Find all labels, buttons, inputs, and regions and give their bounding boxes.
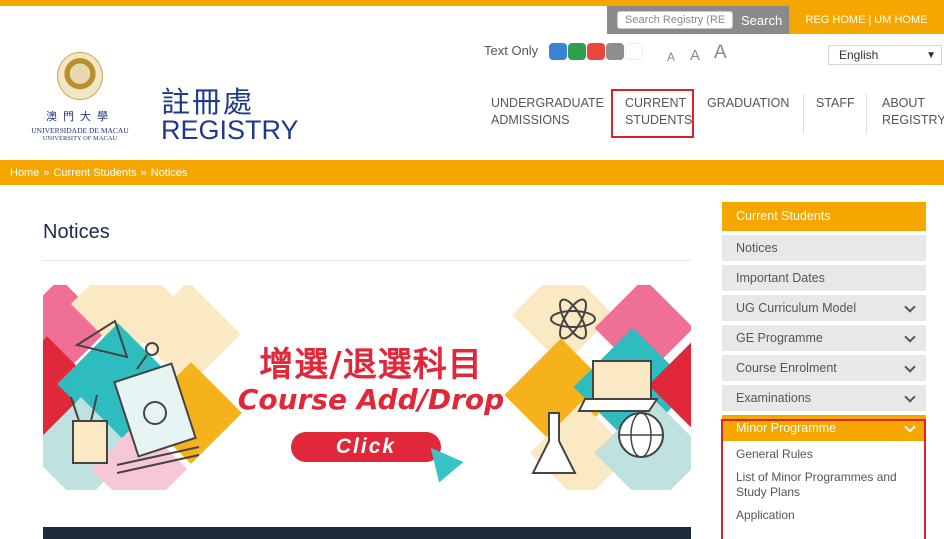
university-name-en: UNIVERSITY OF MACAU — [42, 135, 118, 142]
page-title: Notices — [43, 221, 110, 243]
theme-green-swatch[interactable] — [568, 43, 586, 60]
nav-about-registry[interactable]: ABOUT REGISTRY — [882, 95, 944, 129]
font-size-small[interactable]: A — [667, 50, 675, 64]
utility-bar: Search REG HOME | UM HOME — [607, 6, 944, 34]
sidebar-item-label: Examinations — [736, 391, 812, 405]
nav-divider — [803, 94, 804, 134]
university-name-cn: 澳門大學 — [46, 110, 114, 123]
font-size-medium[interactable]: A — [690, 47, 700, 64]
breadcrumb-current-students[interactable]: Current Students — [53, 167, 136, 179]
home-links: REG HOME | UM HOME — [789, 6, 944, 34]
um-home-link[interactable]: UM HOME — [874, 14, 927, 26]
sidebar-heading[interactable]: Current Students — [722, 202, 926, 231]
minor-programme-highlight — [721, 419, 926, 539]
theme-gray-swatch[interactable] — [606, 43, 624, 60]
search-button[interactable]: Search — [741, 13, 782, 28]
current-students-highlight — [611, 89, 694, 138]
sidebar-item-important-dates[interactable]: Important Dates — [722, 265, 926, 291]
nav-undergraduate-admissions[interactable]: UNDERGRADUATE ADMISSIONS — [491, 95, 604, 129]
science-icon — [531, 298, 664, 474]
sidebar-item-examinations[interactable]: Examinations — [722, 385, 926, 411]
reg-home-link[interactable]: REG HOME — [806, 14, 866, 26]
chevron-down-icon[interactable] — [904, 330, 916, 343]
link-separator: | — [868, 14, 872, 26]
sidebar-item-label: UG Curriculum Model — [736, 301, 857, 315]
dropdown-arrow-icon: ▼ — [926, 49, 936, 61]
university-name-pt: UNIVERSIDADE DE MACAU — [31, 126, 129, 135]
chevron-down-icon[interactable] — [904, 360, 916, 373]
site-name-en[interactable]: REGISTRY — [161, 115, 299, 146]
title-divider — [43, 260, 691, 261]
university-logo[interactable]: 澳門大學 UNIVERSIDADE DE MACAU UNIVERSITY OF… — [10, 52, 150, 142]
sidebar-item-course-enrolment[interactable]: Course Enrolment — [722, 355, 926, 381]
theme-white-swatch[interactable] — [625, 43, 643, 60]
language-selected: English — [839, 48, 879, 62]
breadcrumb-separator: » — [140, 166, 147, 179]
course-add-drop-banner[interactable]: 增選/退選科目 Course Add/Drop Click — [43, 285, 691, 490]
search-input[interactable] — [617, 11, 733, 29]
font-size-large[interactable]: A — [714, 42, 727, 64]
breadcrumb: Home » Current Students » Notices — [0, 160, 944, 185]
language-select[interactable]: English ▼ — [828, 45, 942, 65]
nav-divider — [866, 94, 867, 134]
sidebar-item-label: Course Enrolment — [736, 361, 837, 375]
nav-graduation[interactable]: GRADUATION — [707, 95, 789, 112]
nav-staff[interactable]: STAFF — [816, 95, 855, 112]
chevron-down-icon[interactable] — [904, 300, 916, 313]
sidebar-item-notices[interactable]: Notices — [722, 235, 926, 261]
sidebar-item-label: Important Dates — [736, 271, 825, 285]
sidebar-item-label: GE Programme — [736, 331, 823, 345]
breadcrumb-home[interactable]: Home — [10, 167, 39, 179]
banner-title-en: Course Add/Drop — [237, 383, 505, 416]
breadcrumb-separator: » — [43, 166, 50, 179]
theme-swatches — [549, 43, 643, 60]
university-seal-icon — [57, 52, 103, 100]
stationery-icon — [70, 319, 200, 474]
theme-blue-swatch[interactable] — [549, 43, 567, 60]
sidebar-item-ug-curriculum-model[interactable]: UG Curriculum Model — [722, 295, 926, 321]
theme-red-swatch[interactable] — [587, 43, 605, 60]
chevron-down-icon[interactable] — [904, 390, 916, 403]
banner-title-cn: 增選/退選科目 — [259, 345, 483, 385]
secondary-banner[interactable] — [43, 527, 691, 539]
breadcrumb-notices: Notices — [150, 166, 188, 179]
text-only-link[interactable]: Text Only — [484, 43, 538, 58]
search-area: Search — [607, 6, 789, 34]
sidebar-item-label: Notices — [736, 241, 778, 255]
sidebar-item-ge-programme[interactable]: GE Programme — [722, 325, 926, 351]
